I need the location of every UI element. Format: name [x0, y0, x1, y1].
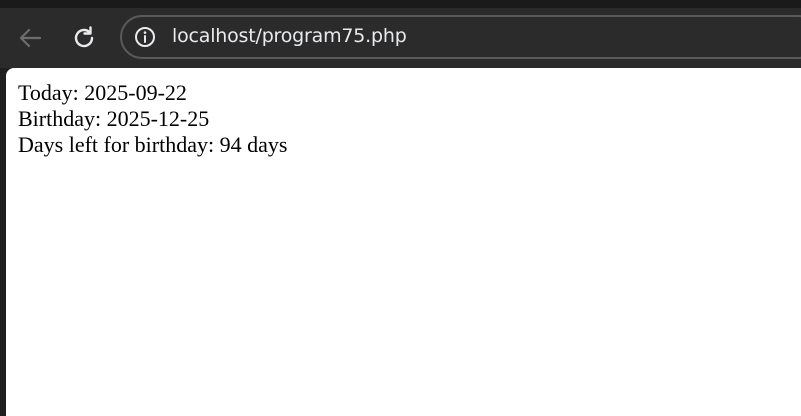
today-line: Today: 2025-09-22	[18, 80, 187, 105]
url-text[interactable]: localhost/program75.php	[172, 25, 407, 47]
days-left-line: Days left for birthday: 94 days	[18, 132, 288, 157]
page-viewport: Today: 2025-09-22 Birthday: 2025-12-25 D…	[6, 68, 801, 416]
reload-button[interactable]	[66, 20, 102, 56]
tab-strip	[0, 0, 801, 8]
back-button[interactable]	[12, 20, 48, 56]
reload-icon	[74, 26, 94, 48]
browser-toolbar: localhost/program75.php	[0, 8, 801, 68]
browser-window: localhost/program75.php Today: 2025-09-2…	[0, 0, 801, 416]
info-circle-icon[interactable]	[134, 26, 156, 48]
arrow-left-icon	[19, 28, 42, 48]
address-bar[interactable]: localhost/program75.php	[120, 15, 801, 59]
page-content: Today: 2025-09-22 Birthday: 2025-12-25 D…	[18, 80, 287, 158]
birthday-line: Birthday: 2025-12-25	[18, 106, 210, 131]
